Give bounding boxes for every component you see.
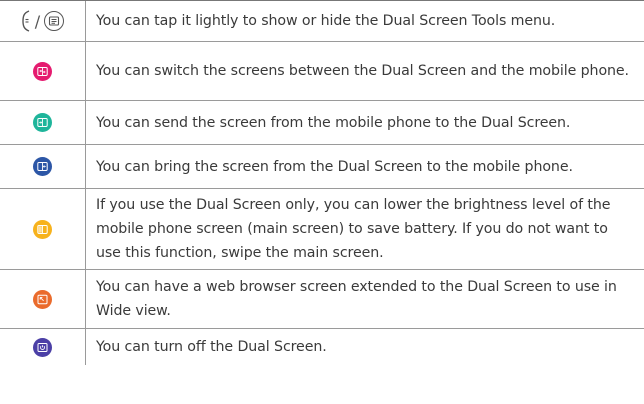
description: If you use the Dual Screen only, you can… bbox=[96, 197, 611, 261]
icon-cell bbox=[0, 329, 86, 365]
table-row: You can switch the screens between the D… bbox=[0, 42, 644, 101]
dual-screen-off-icon bbox=[33, 337, 52, 357]
icon-cell bbox=[0, 270, 86, 328]
dual-screen-tools-table: / You can tap it lightly to show or hide… bbox=[0, 0, 644, 365]
icon-separator: / bbox=[34, 11, 41, 31]
icon-cell bbox=[0, 189, 86, 269]
menu-circle-icon bbox=[44, 11, 65, 31]
swap-screens-icon bbox=[33, 61, 52, 81]
bring-to-phone-icon bbox=[33, 157, 52, 176]
description: You can tap it lightly to show or hide t… bbox=[96, 13, 556, 29]
icon-cell bbox=[0, 101, 86, 144]
send-to-dual-screen-icon bbox=[33, 113, 52, 132]
table-row: You can bring the screen from the Dual S… bbox=[0, 145, 644, 189]
table-row: You can turn off the Dual Screen. bbox=[0, 329, 644, 365]
icon-cell: / bbox=[0, 1, 86, 41]
handle-tab-icon bbox=[22, 10, 30, 32]
main-screen-off-icon bbox=[33, 219, 52, 239]
description: You can bring the screen from the Dual S… bbox=[96, 158, 573, 175]
table-row: If you use the Dual Screen only, you can… bbox=[0, 189, 644, 270]
table-row: You can send the screen from the mobile … bbox=[0, 101, 644, 145]
icon-cell bbox=[0, 145, 86, 188]
table-row: / You can tap it lightly to show or hide… bbox=[0, 1, 644, 42]
description: You can switch the screens between the D… bbox=[96, 63, 629, 79]
icon-cell bbox=[0, 42, 86, 100]
table-row: You can have a web browser screen extend… bbox=[0, 270, 644, 329]
dual-screen-tools-toggle-icons: / bbox=[21, 10, 65, 32]
description: You can turn off the Dual Screen. bbox=[96, 339, 327, 355]
wide-view-icon bbox=[33, 289, 52, 309]
description: You can send the screen from the mobile … bbox=[96, 114, 571, 131]
description: You can have a web browser screen extend… bbox=[96, 279, 617, 319]
